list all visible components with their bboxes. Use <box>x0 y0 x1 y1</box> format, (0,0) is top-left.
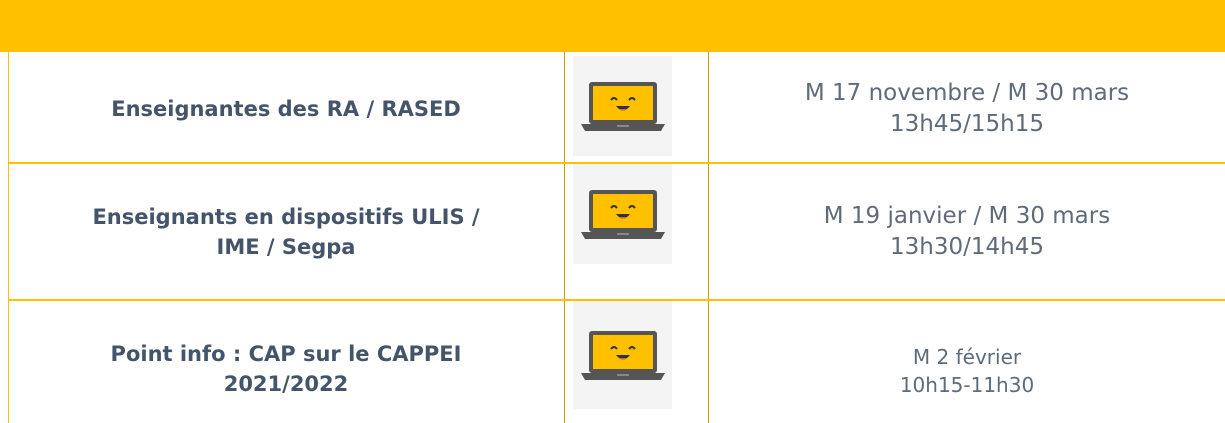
row-date: M 19 janvier / M 30 mars 13h30/14h45 <box>709 164 1225 299</box>
row-label-line: Enseignantes des RA / RASED <box>111 97 461 121</box>
row-label: Enseignantes des RA / RASED <box>8 56 564 162</box>
row-label: Enseignants en dispositifs ULIS / IME / … <box>8 164 564 299</box>
table-row: Point info : CAP sur le CAPPEI 2021/2022… <box>8 301 1225 423</box>
row-date-line: M 19 janvier / M 30 mars <box>823 202 1111 229</box>
laptop-smile-icon <box>573 56 672 156</box>
table-row: Enseignants en dispositifs ULIS / IME / … <box>8 164 1225 299</box>
row-date-line: M 2 février <box>912 345 1022 369</box>
table-row: Enseignantes des RA / RASED M 17 novembr… <box>8 56 1225 162</box>
row-date: M 2 février 10h15-11h30 <box>709 319 1225 423</box>
row-label-line: IME / Segpa <box>216 234 356 259</box>
row-time-line: 13h30/14h45 <box>890 233 1044 260</box>
laptop-smile-icon <box>573 164 672 264</box>
row-date-line: M 17 novembre / M 30 mars <box>804 80 1130 106</box>
row-time-line: 10h15-11h30 <box>899 373 1035 397</box>
row-label-line: Enseignants en dispositifs ULIS / <box>92 204 480 229</box>
laptop-smile-icon <box>573 301 672 409</box>
row-time-line: 13h45/15h15 <box>890 111 1044 137</box>
row-label-line: Point info : CAP sur le CAPPEI <box>110 342 462 366</box>
row-date: M 17 novembre / M 30 mars 13h45/15h15 <box>709 56 1225 162</box>
row-label-line: 2021/2022 <box>223 372 349 396</box>
header-band <box>0 0 1225 52</box>
row-label: Point info : CAP sur le CAPPEI 2021/2022 <box>8 315 564 423</box>
